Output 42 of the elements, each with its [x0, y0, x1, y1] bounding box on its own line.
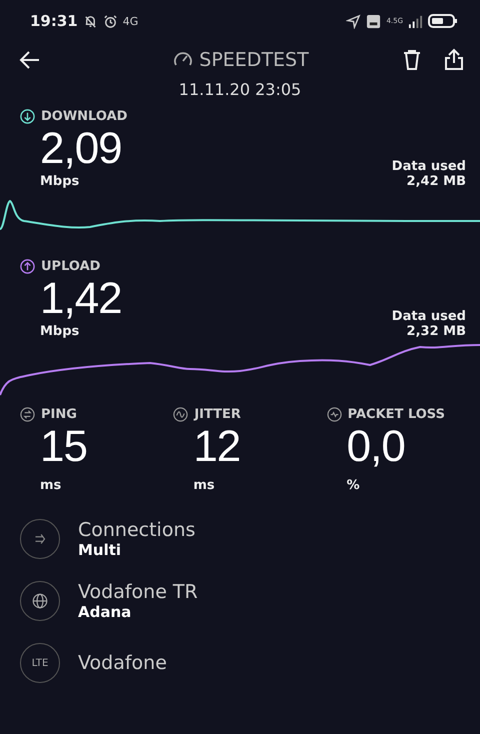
test-date: 11.11.20 23:05 [178, 79, 302, 99]
detail-subtitle: Multi [78, 541, 122, 559]
result-value: 2,09 [40, 124, 122, 174]
detail-subtitle: Adana [78, 603, 132, 621]
bell-off-icon [82, 14, 98, 28]
globe-icon [20, 581, 60, 621]
status-time: 19:31 [30, 12, 78, 30]
loss-icon [326, 407, 342, 422]
upload-icon [20, 259, 35, 274]
arrows-icon [20, 519, 60, 559]
metric-unit: ms [39, 477, 62, 493]
app-title: SPEEDTEST [199, 49, 309, 71]
data-used-label: Data used [392, 159, 466, 174]
signal-icon [408, 14, 423, 28]
metric-unit: ms [192, 477, 216, 493]
metric-label: PACKET LOSS [348, 407, 445, 422]
result-unit: Mbps [40, 324, 80, 339]
alarm-icon [102, 14, 118, 28]
data-used-value: 2,32 MB [406, 324, 466, 339]
metric-unit: % [346, 477, 361, 493]
metric-value: 15 [39, 422, 88, 472]
ping-icon [20, 407, 35, 422]
result-value: 1,42 [40, 274, 122, 324]
location-icon [346, 14, 362, 28]
detail-title: Vodafone [78, 652, 167, 674]
share-icon[interactable] [442, 48, 466, 72]
lte-icon: LTE [20, 643, 60, 683]
metric-value: 12 [192, 422, 242, 472]
network-type: 4G [122, 14, 138, 28]
result-unit: Mbps [40, 174, 80, 189]
metric-value: 0,0 [346, 422, 406, 472]
result-label: UPLOAD [41, 259, 100, 274]
result-label: DOWNLOAD [41, 109, 128, 124]
metric-label: JITTER [194, 407, 241, 422]
metric-label: PING [41, 407, 77, 422]
data-used-label: Data used [392, 309, 466, 324]
detail-title: Vodafone TR [78, 581, 198, 603]
data-used-value: 2,42 MB [406, 174, 466, 189]
download-icon [20, 109, 35, 124]
detail-title: Connections [78, 519, 196, 541]
battery-icon [428, 13, 458, 29]
jitter-icon [173, 407, 188, 422]
